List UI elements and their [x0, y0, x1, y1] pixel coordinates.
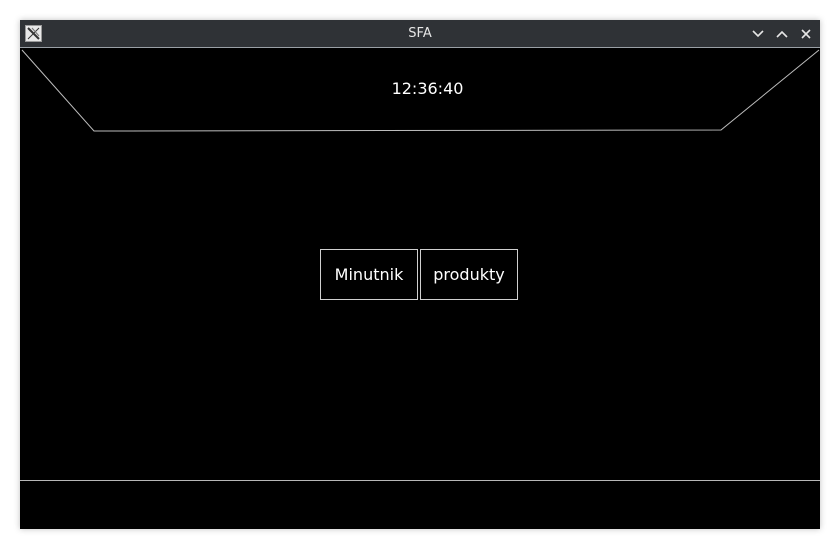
maximize-icon: [776, 30, 788, 38]
minimize-icon: [752, 30, 764, 38]
minimize-button[interactable]: [748, 24, 768, 44]
footer-divider: [20, 480, 820, 481]
app-window: SFA 12:36:40 Minutnik produkty: [20, 20, 820, 529]
window-title: SFA: [408, 26, 432, 41]
close-button[interactable]: [796, 24, 816, 44]
produkty-button[interactable]: produkty: [420, 249, 518, 300]
maximize-button[interactable]: [772, 24, 792, 44]
minutnik-button[interactable]: Minutnik: [320, 249, 418, 300]
close-icon: [801, 29, 811, 39]
app-content: 12:36:40 Minutnik produkty: [20, 49, 820, 529]
clock-display: 12:36:40: [391, 79, 464, 98]
title-bar[interactable]: SFA: [20, 20, 820, 48]
